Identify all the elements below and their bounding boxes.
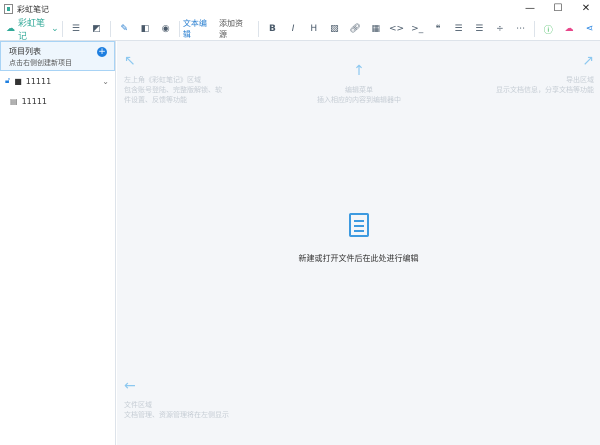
document-icon xyxy=(348,213,369,237)
app-icon xyxy=(4,4,13,14)
heading-icon[interactable]: H xyxy=(303,19,324,39)
terminal-icon[interactable]: >_ xyxy=(407,19,428,39)
link-icon[interactable]: 🔗︎ xyxy=(345,19,366,39)
tab-add-resource[interactable]: 添加资源 xyxy=(219,18,249,40)
hint-title: 左上角《彩虹笔记》区域 xyxy=(124,76,201,84)
chevron-down-icon: ⌄ xyxy=(51,24,59,34)
hint-title: 编辑菜单 xyxy=(345,86,373,94)
hint-top-left: ↖ 左上角《彩虹笔记》区域 包含账号登陆、完整版解锁、软 件设置、反馈等功能 xyxy=(124,53,222,105)
layout-icon[interactable]: ◩ xyxy=(86,19,107,39)
split-view-icon[interactable]: ◧ xyxy=(135,19,156,39)
preview-icon[interactable]: ◉ xyxy=(155,19,176,39)
hint-desc: 包含账号登陆、完整版解锁、软 xyxy=(124,86,222,94)
window-title: 彩虹笔记 xyxy=(17,4,49,14)
hint-desc: 插入相应的内容到编辑器中 xyxy=(317,96,401,104)
brand-menu[interactable]: ☁ 彩虹笔记 ⌄ xyxy=(0,16,59,42)
notebook-icon: ■ xyxy=(14,76,22,86)
project-list-subtitle: 点击右侧创建新项目 xyxy=(9,59,72,67)
bold-icon[interactable]: B xyxy=(262,19,283,39)
empty-state-message: 新建或打开文件后在此处进行编辑 xyxy=(298,254,419,263)
project-name: 11111 xyxy=(25,76,52,86)
minimize-button[interactable]: — xyxy=(516,0,544,18)
project-list-title: 项目列表 xyxy=(9,47,41,56)
tab-text-edit[interactable]: 文本编辑 xyxy=(183,18,213,40)
hint-top-center: ↑ 编辑菜单 插入相应的内容到编辑器中 xyxy=(317,63,401,105)
rainbow-icon: ☁ xyxy=(6,24,15,34)
list-view-icon[interactable]: ☰ xyxy=(66,19,87,39)
sidebar: 项目列表 点击右侧创建新项目 + 🔓︎ ■ 11111 ⌄ ▤ 11111 xyxy=(0,41,116,445)
project-item[interactable]: 🔓︎ ■ 11111 ⌄ xyxy=(0,71,115,91)
hint-top-right: ↗ 导出区域 显示文档信息，分享文档等功能 xyxy=(496,53,594,95)
chevron-down-icon[interactable]: ⌄ xyxy=(102,77,109,86)
quote-icon[interactable]: ❝ xyxy=(428,19,449,39)
brand-label: 彩虹笔记 xyxy=(18,19,46,42)
arrow-up-left-icon: ↖ xyxy=(124,53,136,69)
arrow-left-icon: ← xyxy=(124,378,136,394)
code-icon[interactable]: <> xyxy=(386,19,407,39)
bullet-list-icon[interactable]: ☰ xyxy=(448,19,469,39)
hint-desc: 显示文档信息，分享文档等功能 xyxy=(496,86,594,94)
edit-icon[interactable]: ✎ xyxy=(114,19,135,39)
more-icon[interactable]: ⋯ xyxy=(510,19,531,39)
cloud-upload-icon[interactable]: ☁ xyxy=(559,19,580,39)
share-icon[interactable]: ⋖ xyxy=(579,19,600,39)
hint-desc: 件设置、反馈等功能 xyxy=(124,96,187,104)
italic-icon[interactable]: I xyxy=(283,19,304,39)
empty-state: 新建或打开文件后在此处进行编辑 xyxy=(117,213,600,264)
ordered-list-icon[interactable]: ☰ xyxy=(469,19,490,39)
table-icon[interactable]: ▦ xyxy=(365,19,386,39)
arrow-up-icon: ↑ xyxy=(353,63,365,79)
close-button[interactable]: ✕ xyxy=(572,0,600,18)
maximize-button[interactable]: ☐ xyxy=(544,0,572,18)
info-icon[interactable]: ⓘ xyxy=(538,19,559,39)
project-list-header: 项目列表 点击右侧创建新项目 + xyxy=(0,41,115,71)
add-project-button[interactable]: + xyxy=(97,47,107,57)
hint-desc: 文档管理、资源管理将在左侧显示 xyxy=(124,411,229,419)
hint-title: 导出区域 xyxy=(566,76,594,84)
hint-bottom-left: ← 文件区域 文档管理、资源管理将在左侧显示 xyxy=(124,378,229,420)
file-item[interactable]: ▤ 11111 xyxy=(0,91,115,111)
divider-icon[interactable]: ÷ xyxy=(490,19,511,39)
toolbar: ☁ 彩虹笔记 ⌄ ☰ ◩ ✎ ◧ ◉ 文本编辑 添加资源 B I H ▨ 🔗︎ ▦ … xyxy=(0,16,600,42)
hint-title: 文件区域 xyxy=(124,401,152,409)
unlock-icon[interactable]: 🔓︎ xyxy=(5,76,10,86)
file-name: 11111 xyxy=(21,96,48,106)
file-icon: ▤ xyxy=(10,96,18,106)
editor-area: ↖ 左上角《彩虹笔记》区域 包含账号登陆、完整版解锁、软 件设置、反馈等功能 ↑… xyxy=(117,41,600,445)
arrow-up-right-icon: ↗ xyxy=(582,53,594,69)
title-bar: 彩虹笔记 — ☐ ✕ xyxy=(0,0,600,18)
image-icon[interactable]: ▨ xyxy=(324,19,345,39)
